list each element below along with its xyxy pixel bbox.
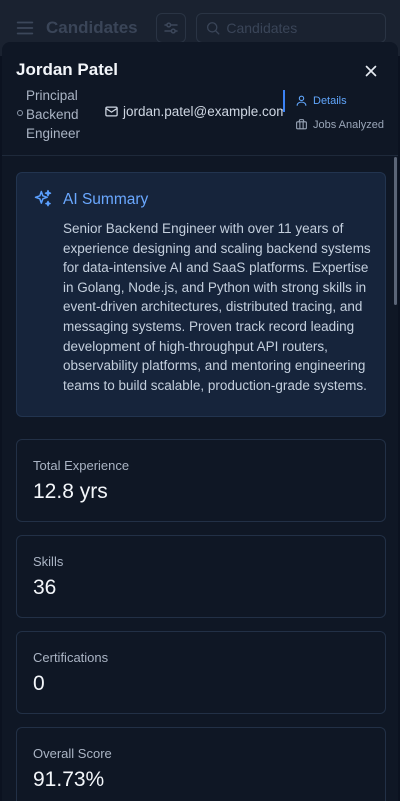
ai-summary-title: AI Summary (63, 191, 149, 208)
search-box (195, 13, 386, 43)
close-icon[interactable] (362, 62, 380, 80)
tab-jobs-analyzed-label: Jobs Analyzed (313, 118, 384, 131)
mail-icon (105, 106, 118, 117)
sparkle-icon (34, 189, 52, 207)
stat-card-skills: Skills 36 (16, 535, 386, 618)
stat-value: 0 (33, 672, 45, 695)
candidate-role: Principal Backend Engineer (26, 88, 81, 141)
user-icon (296, 95, 307, 106)
stat-label: Total Experience (33, 458, 130, 473)
role-icon (17, 110, 23, 116)
stat-label: Overall Score (33, 746, 112, 761)
search-icon (206, 22, 220, 35)
stat-label: Skills (33, 554, 64, 569)
candidate-email[interactable]: jordan.patel@example.com (104, 104, 284, 119)
stat-value: 36 (33, 576, 57, 599)
email-text: jordan.patel@example.com (123, 104, 284, 119)
briefcase-icon (296, 119, 307, 130)
candidate-drawer: Jordan Patel Principal Backend Engineer … (2, 42, 398, 801)
app-title: Candidates (46, 18, 138, 37)
stat-card-total-experience: Total Experience 12.8 yrs (16, 439, 386, 522)
ai-summary-card: AI Summary Senior Backend Engineer with … (16, 172, 386, 417)
tab-jobs-analyzed[interactable]: Jobs Analyzed (295, 118, 384, 131)
tab-active-indicator (283, 90, 285, 112)
tab-details-label: Details (313, 94, 347, 107)
stat-label: Certifications (33, 650, 109, 665)
tab-details[interactable]: Details (295, 94, 347, 107)
stat-card-certifications: Certifications 0 (16, 631, 386, 714)
stat-card-overall-score: Overall Score 91.73% (16, 727, 386, 801)
hamburger-menu-icon[interactable] (14, 17, 36, 39)
scrollbar-thumb[interactable] (394, 157, 397, 305)
search-input[interactable] (226, 20, 377, 36)
ai-summary-text: Senior Backend Engineer with over 11 yea… (63, 221, 371, 393)
filter-button[interactable] (155, 13, 186, 43)
stat-value: 91.73% (33, 768, 105, 791)
drawer-header: Jordan Patel Principal Backend Engineer … (2, 42, 398, 156)
candidate-name: Jordan Patel (16, 60, 119, 79)
stat-value: 12.8 yrs (33, 480, 108, 503)
sliders-icon (163, 22, 178, 34)
